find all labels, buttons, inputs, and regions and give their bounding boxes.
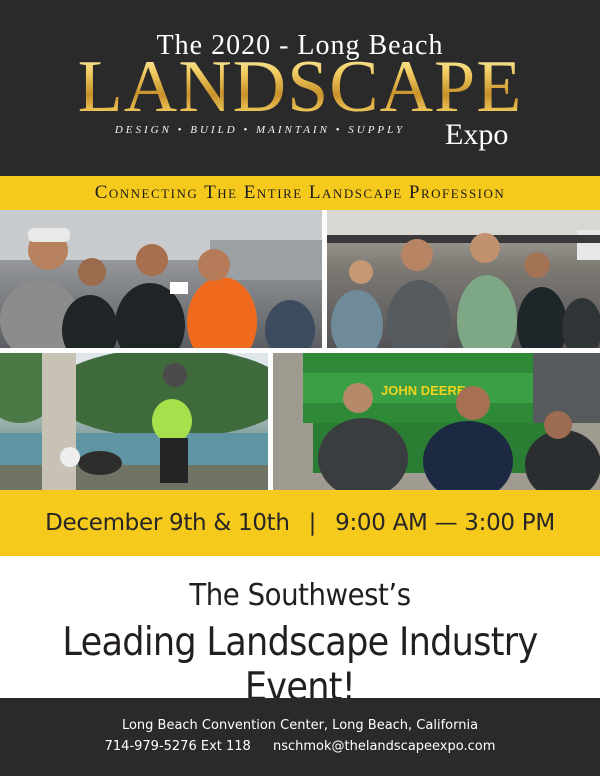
- photo-tree-climbing-demo-drawing: [0, 353, 268, 490]
- event-dates: December 9th & 10th: [45, 510, 290, 536]
- header-title-main: LANDSCAPE: [0, 50, 600, 124]
- photo-john-deere-vehicle: JOHN DEERE: [273, 353, 600, 490]
- photo-crowd-walking-drawing: [327, 210, 600, 348]
- photo-expo-attendees-talking-drawing: [0, 210, 322, 348]
- photo-crowd-walking: [327, 210, 600, 348]
- headline-line-2: Leading Landscape Industry Event!: [62, 620, 538, 710]
- headline-line-1: The Southwest’s: [189, 578, 411, 613]
- photo-collage: JOHN DEERE: [0, 210, 600, 490]
- footer: Long Beach Convention Center, Long Beach…: [0, 698, 600, 776]
- header: The 2020 - Long Beach LANDSCAPE DESIGN •…: [0, 0, 600, 176]
- tagline-banner: Connecting The Entire Landscape Professi…: [0, 176, 600, 210]
- header-tagline: DESIGN • BUILD • MAINTAIN • SUPPLY: [114, 124, 406, 136]
- header-title-suffix: Expo: [445, 118, 509, 151]
- headline-section: The Southwest’s Leading Landscape Indust…: [0, 556, 600, 710]
- event-date-bar: December 9th & 10th | 9:00 AM — 3:00 PM: [0, 490, 600, 556]
- email-link[interactable]: nschmok@thelandscapeexpo.com: [273, 739, 495, 754]
- venue-text: Long Beach Convention Center, Long Beach…: [121, 718, 479, 733]
- event-separator: |: [308, 510, 317, 536]
- contact-line: 714-979-5276 Ext 118 nschmok@thelandscap…: [0, 739, 600, 754]
- photo-tree-climbing-demo: [0, 353, 268, 490]
- photo-john-deere-vehicle-drawing: JOHN DEERE: [273, 353, 600, 490]
- phone-number[interactable]: 714-979-5276 Ext 118: [105, 739, 251, 754]
- event-hours: 9:00 AM — 3:00 PM: [335, 510, 555, 536]
- photo-expo-attendees-talking: [0, 210, 322, 348]
- tractor-brand-text: JOHN DEERE: [381, 383, 466, 398]
